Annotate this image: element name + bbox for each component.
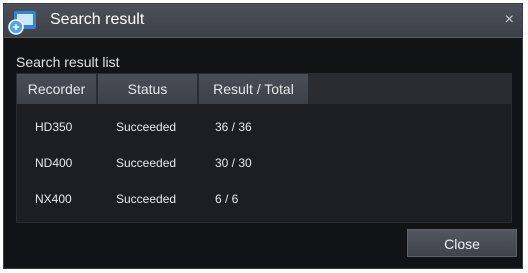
- result-table: Recorder Status Result / Total HD350 Suc…: [16, 73, 512, 223]
- cell-status: Succeeded: [116, 156, 177, 170]
- table-row[interactable]: ND400 Succeeded 30 / 30: [17, 148, 511, 178]
- cell-status: Succeeded: [116, 120, 177, 134]
- dialog-title: Search result: [50, 11, 145, 28]
- cell-result-total: 6 / 6: [215, 192, 239, 206]
- cell-result-total: 36 / 36: [215, 120, 252, 134]
- cell-status: Succeeded: [116, 192, 177, 206]
- column-header-status[interactable]: Status: [98, 74, 198, 104]
- cell-result-total: 30 / 30: [215, 156, 252, 170]
- table-row[interactable]: HD350 Succeeded 36 / 36: [17, 112, 511, 142]
- column-header-recorder[interactable]: Recorder: [17, 74, 97, 104]
- cell-recorder: ND400: [35, 156, 73, 170]
- cell-recorder: NX400: [35, 192, 72, 206]
- table-row[interactable]: NX400 Succeeded 6 / 6: [17, 184, 511, 214]
- table-header: Recorder Status Result / Total: [17, 74, 511, 104]
- search-result-dialog: Search result × Search result list Recor…: [3, 3, 523, 269]
- close-icon[interactable]: ×: [505, 11, 514, 29]
- column-header-result-total[interactable]: Result / Total: [199, 74, 309, 104]
- title-bar[interactable]: Search result ×: [4, 4, 522, 38]
- app-icon: [8, 11, 36, 35]
- close-button[interactable]: Close: [407, 229, 517, 257]
- section-label: Search result list: [16, 54, 120, 70]
- cell-recorder: HD350: [35, 120, 73, 134]
